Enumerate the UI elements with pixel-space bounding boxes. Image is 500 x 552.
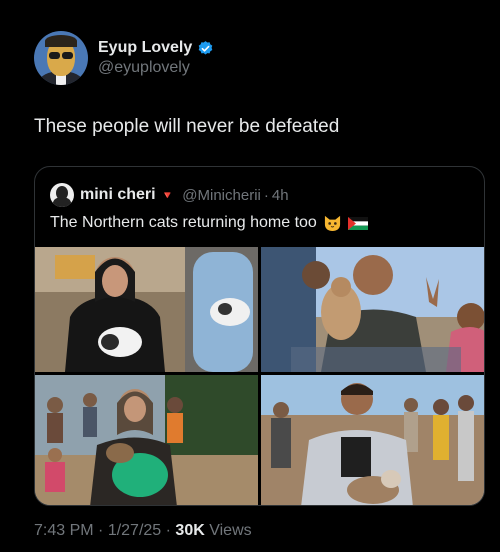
quoted-timestamp[interactable]: 4h <box>272 187 289 204</box>
quoted-author-display-name[interactable]: mini cheri <box>80 186 156 204</box>
tweet-header: Eyup Lovely @eyuplovely <box>34 30 474 86</box>
photo-grid <box>35 247 484 505</box>
red-triangle-emoji: 🔻 <box>160 189 175 202</box>
meta-separator: · <box>93 522 108 539</box>
views-count[interactable]: 30K <box>175 522 204 539</box>
photo-woman-holding-cat[interactable] <box>35 247 258 372</box>
quoted-tweet-header: mini cheri 🔻 @Minicherii · 4h <box>50 183 289 207</box>
author-display-name[interactable]: Eyup Lovely <box>98 39 192 57</box>
tweet-text: These people will never be defeated <box>34 116 340 137</box>
photo-man-holding-cat-in-crowd[interactable] <box>261 375 484 505</box>
verified-badge-icon <box>198 40 213 55</box>
meta-separator: · <box>161 522 176 539</box>
photo-man-holding-cat[interactable] <box>261 247 484 372</box>
author-handle[interactable]: @eyuplovely <box>98 59 214 77</box>
quoted-separator: · <box>263 186 269 204</box>
photo-woman-holding-cat-in-crowd[interactable] <box>35 375 258 505</box>
views-label: Views <box>204 522 252 539</box>
palestine-flag-emoji <box>347 216 368 230</box>
author-names: Eyup Lovely @eyuplovely <box>98 39 214 77</box>
author-avatar[interactable] <box>34 31 88 85</box>
quoted-tweet-text: The Northern cats returning home too <box>50 214 317 231</box>
tweet-time[interactable]: 7:43 PM <box>34 522 94 539</box>
quoted-author-handle[interactable]: @Minicherii <box>182 187 261 204</box>
quoted-author-avatar[interactable] <box>50 183 74 207</box>
quoted-tweet-text-row: The Northern cats returning home too <box>50 214 368 232</box>
tweet-meta: 7:43 PM · 1/27/25 · 30K Views <box>34 522 252 540</box>
cat-face-emoji <box>324 215 340 232</box>
tweet-date[interactable]: 1/27/25 <box>108 522 161 539</box>
quoted-tweet[interactable]: mini cheri 🔻 @Minicherii · 4h The Northe… <box>34 166 485 506</box>
